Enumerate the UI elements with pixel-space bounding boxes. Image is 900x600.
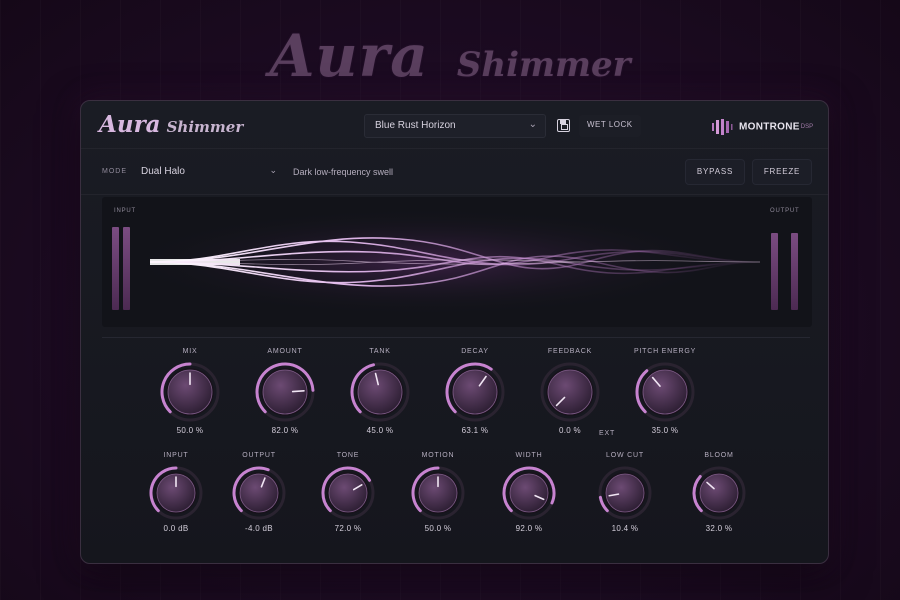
- knob-label: BLOOM: [704, 452, 734, 459]
- knob-label: MOTION: [421, 452, 455, 459]
- knob-value: 0.0 %: [559, 426, 581, 435]
- knob-label: DECAY: [461, 348, 489, 355]
- chevron-down-icon: ⌄: [269, 165, 277, 175]
- knob-dial[interactable]: [691, 465, 747, 521]
- freeze-button[interactable]: FREEZE: [752, 159, 812, 185]
- hero-title: Aura Shimmer: [0, 22, 900, 90]
- ext-label: EXT: [599, 430, 616, 437]
- mode-selected: Dual Halo: [141, 166, 185, 177]
- knob-dial[interactable]: [410, 465, 466, 521]
- knob-input[interactable]: INPUT 0.0 dB: [141, 452, 211, 533]
- knob-feedback[interactable]: FEEDBACK 0.0 %: [535, 348, 605, 435]
- knob-value: 50.0 %: [424, 524, 452, 533]
- knob-value: -4.0 dB: [245, 524, 273, 533]
- knob-tank[interactable]: TANK 45.0 %: [345, 348, 415, 435]
- knob-label: PITCH ENERGY: [633, 348, 697, 355]
- chevron-down-icon: ⌄: [528, 119, 537, 130]
- knob-dial[interactable]: [634, 361, 696, 423]
- knob-dial[interactable]: [501, 465, 557, 521]
- knob-dial[interactable]: [539, 361, 601, 423]
- knob-label: MIX: [182, 348, 198, 355]
- shimmer-waveform: [150, 207, 760, 317]
- knob-output[interactable]: OUTPUT -4.0 dB: [224, 452, 294, 533]
- knob-value: 92.0 %: [515, 524, 543, 533]
- output-meter-left: [771, 233, 778, 310]
- knob-motion[interactable]: MOTION 50.0 %: [403, 452, 473, 533]
- brand: MONTRONEDSP: [711, 118, 813, 136]
- knob-value: 0.0 dB: [163, 524, 189, 533]
- mode-description: Dark low-frequency swell: [293, 167, 394, 177]
- mode-bar: MODE Dual Halo ⌄ Dark low-frequency swel…: [81, 149, 828, 195]
- knob-dial[interactable]: [148, 465, 204, 521]
- knob-value: 35.0 %: [651, 426, 679, 435]
- bypass-button[interactable]: BYPASS: [685, 159, 745, 185]
- knob-dial[interactable]: [597, 465, 653, 521]
- knob-label: LOW CUT: [606, 452, 644, 459]
- knob-dial[interactable]: [444, 361, 506, 423]
- logo-sub: Shimmer: [166, 118, 244, 136]
- knob-dial[interactable]: [159, 361, 221, 423]
- knob-bloom[interactable]: BLOOM 32.0 %: [684, 452, 754, 533]
- brand-name: MONTRONE: [739, 121, 800, 133]
- hero-title-sub: Shimmer: [456, 45, 631, 85]
- knob-value: 50.0 %: [176, 426, 204, 435]
- knob-label: TANK: [369, 348, 391, 355]
- knob-mix[interactable]: MIX 50.0 %: [155, 348, 225, 435]
- output-meter-label: OUTPUT: [770, 208, 800, 214]
- knob-label: WIDTH: [515, 452, 543, 459]
- knob-value: 10.4 %: [611, 524, 639, 533]
- knob-value: 63.1 %: [461, 426, 489, 435]
- knob-label: FEEDBACK: [547, 348, 593, 355]
- input-meter-label: INPUT: [114, 208, 136, 214]
- preset-selector[interactable]: Blue Rust Horizon ⌄: [364, 114, 546, 138]
- save-icon[interactable]: [557, 119, 570, 132]
- plugin-logo: Aura Shimmer: [99, 111, 243, 138]
- section-divider: [102, 337, 810, 338]
- top-bar: Aura Shimmer Blue Rust Horizon ⌄ WET LOCK…: [81, 101, 828, 149]
- knob-low-cut[interactable]: LOW CUT 10.4 %: [590, 452, 660, 533]
- hero-title-main: Aura: [269, 22, 429, 90]
- visualizer-display: INPUT OUTPUT: [102, 197, 812, 327]
- knob-value: 45.0 %: [366, 426, 394, 435]
- logo-main: Aura: [99, 111, 161, 138]
- mode-label: MODE: [102, 168, 127, 175]
- knob-decay[interactable]: DECAY 63.1 %: [440, 348, 510, 435]
- knob-label: INPUT: [163, 452, 189, 459]
- preset-name: Blue Rust Horizon: [375, 120, 456, 131]
- knob-width[interactable]: WIDTH 92.0 %: [494, 452, 564, 533]
- knob-dial[interactable]: [349, 361, 411, 423]
- knob-value: 72.0 %: [334, 524, 362, 533]
- knob-amount[interactable]: AMOUNT 82.0 %: [250, 348, 320, 435]
- knob-tone[interactable]: TONE 72.0 %: [313, 452, 383, 533]
- plugin-window: Aura Shimmer Blue Rust Horizon ⌄ WET LOCK…: [80, 100, 829, 564]
- input-meter-left: [112, 227, 119, 310]
- knob-label: AMOUNT: [267, 348, 303, 355]
- knob-pitch-energy[interactable]: PITCH ENERGY 35.0 %: [630, 348, 700, 435]
- knob-dial[interactable]: [320, 465, 376, 521]
- brand-sub: DSP: [800, 123, 814, 130]
- knob-label: TONE: [336, 452, 360, 459]
- mode-selector[interactable]: Dual Halo ⌄: [137, 161, 279, 183]
- input-meter-right: [123, 227, 130, 310]
- knob-label: OUTPUT: [242, 452, 276, 459]
- montrone-logo-icon: [712, 118, 733, 135]
- knob-dial[interactable]: [231, 465, 287, 521]
- output-meter-right: [791, 233, 798, 310]
- knob-value: 82.0 %: [271, 426, 299, 435]
- wet-lock-button[interactable]: WET LOCK: [579, 115, 641, 137]
- knob-dial[interactable]: [254, 361, 316, 423]
- knob-value: 32.0 %: [705, 524, 733, 533]
